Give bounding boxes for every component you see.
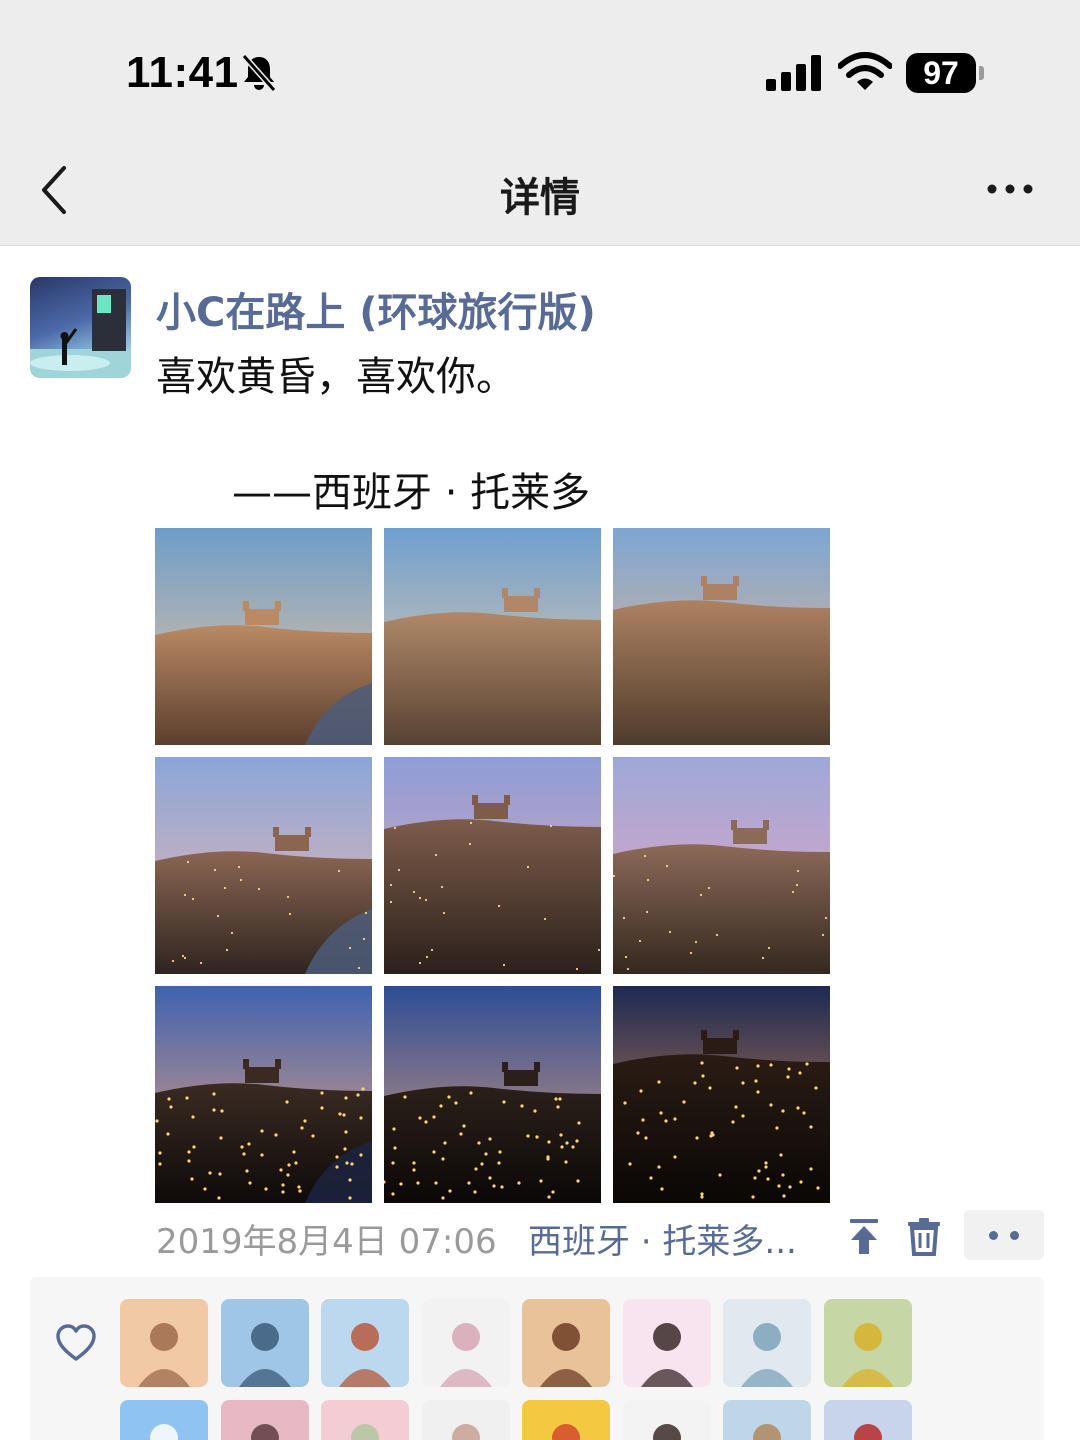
like-avatar[interactable]	[321, 1400, 409, 1440]
like-avatar[interactable]	[823, 1299, 912, 1387]
status-time: 11:41	[126, 48, 239, 97]
like-avatar[interactable]	[220, 1400, 309, 1440]
like-avatar[interactable]	[120, 1400, 208, 1440]
post-photo[interactable]	[155, 757, 372, 974]
post-photo[interactable]	[613, 757, 830, 974]
more-dots-icon[interactable]	[984, 174, 1036, 204]
heart-outline-icon[interactable]	[55, 1323, 97, 1363]
post-photo[interactable]	[384, 986, 601, 1203]
like-avatar[interactable]	[622, 1299, 711, 1387]
post-photo[interactable]	[384, 757, 601, 974]
like-avatar[interactable]	[421, 1299, 510, 1387]
like-avatar[interactable]	[723, 1400, 811, 1440]
signal-icon	[766, 55, 821, 91]
like-avatar[interactable]	[622, 1400, 711, 1440]
photo-grid	[155, 528, 831, 1203]
pin-top-icon[interactable]	[846, 1216, 882, 1256]
post-text-line-2: ——西班牙 · 托莱多	[232, 470, 591, 516]
dot-icon	[1010, 1231, 1019, 1240]
dot-icon	[989, 1231, 998, 1240]
like-avatar[interactable]	[321, 1299, 409, 1387]
bell-slash-icon	[241, 54, 277, 92]
like-avatar[interactable]	[723, 1299, 811, 1387]
like-avatar[interactable]	[421, 1400, 510, 1440]
post-photo[interactable]	[613, 986, 830, 1203]
wifi-icon	[838, 52, 892, 90]
trash-icon[interactable]	[906, 1216, 942, 1256]
like-avatar[interactable]	[220, 1299, 309, 1387]
post-photo[interactable]	[155, 528, 372, 745]
battery-nub	[979, 66, 984, 80]
like-avatar[interactable]	[120, 1299, 208, 1387]
avatar[interactable]	[30, 277, 131, 378]
post-photo[interactable]	[613, 528, 830, 745]
battery-icon: 97	[906, 53, 976, 93]
nickname[interactable]: 小C在路上 (环球旅行版)	[156, 280, 596, 338]
post-timestamp: 2019年8月4日 07:06	[156, 1222, 497, 1262]
post-location[interactable]: 西班牙 · 托莱多...	[528, 1214, 797, 1263]
post-photo[interactable]	[155, 986, 372, 1203]
post-text-line-1: 喜欢黄昏，喜欢你。	[156, 354, 516, 400]
post-photo[interactable]	[384, 528, 601, 745]
page-title: 详情	[500, 175, 580, 221]
like-avatar[interactable]	[522, 1299, 610, 1387]
like-avatar[interactable]	[522, 1400, 610, 1440]
post-menu-button[interactable]	[964, 1210, 1044, 1260]
like-avatar[interactable]	[823, 1400, 912, 1440]
